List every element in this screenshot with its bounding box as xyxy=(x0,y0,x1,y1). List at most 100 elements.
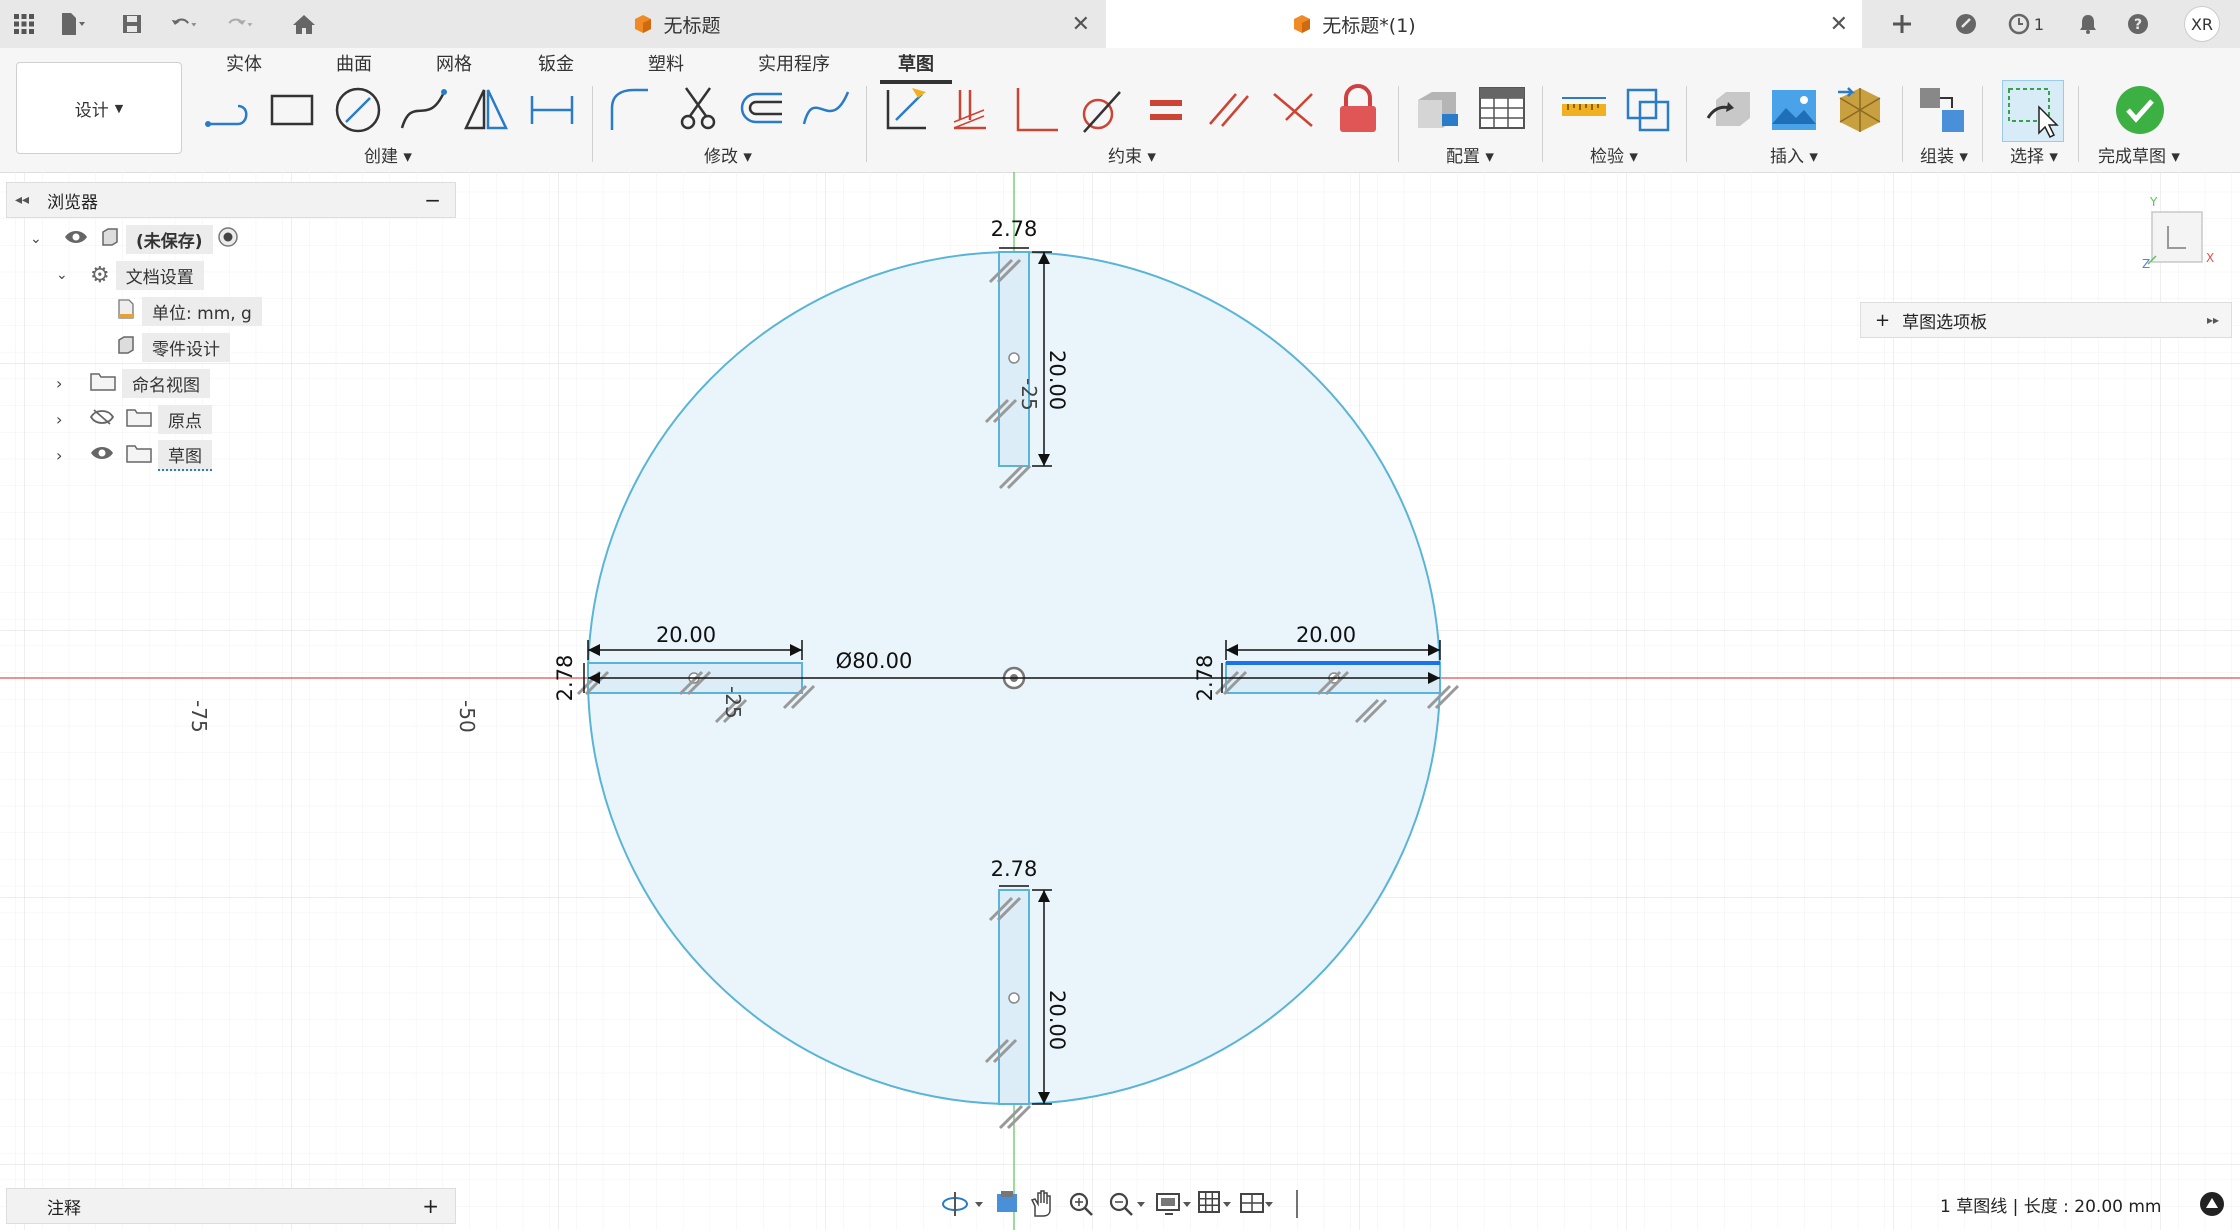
save-icon[interactable] xyxy=(118,10,146,38)
measure-ruler-icon[interactable] xyxy=(1558,84,1610,136)
group-modify[interactable]: 修改 ▾ xyxy=(704,142,752,167)
symmetry-constraint-icon[interactable] xyxy=(1268,84,1320,136)
notes-panel[interactable]: 注释 + xyxy=(6,1188,456,1224)
dim-right-length[interactable]: 20.00 xyxy=(1296,623,1356,647)
chevron-down-icon[interactable]: ⌄ xyxy=(56,267,76,283)
parallel-constraint-icon[interactable] xyxy=(1204,84,1256,136)
tree-origin[interactable]: › 原点 xyxy=(56,404,212,434)
tab-sheet-metal[interactable]: 钣金 xyxy=(538,50,574,76)
redo-icon[interactable] xyxy=(226,10,254,38)
browser-root[interactable]: ⌄ (未保存) xyxy=(30,224,239,254)
tab-mesh[interactable]: 网格 xyxy=(436,50,472,76)
zoom-icon[interactable] xyxy=(1069,1192,1093,1216)
zoom-window-icon[interactable] xyxy=(1109,1192,1145,1216)
tab-plastic[interactable]: 塑料 xyxy=(648,50,684,76)
tree-part-design[interactable]: 零件设计 xyxy=(116,332,230,362)
add-note-plus-icon[interactable]: + xyxy=(422,1194,439,1218)
dim-bottom-length[interactable]: 20.00 xyxy=(1045,990,1069,1050)
active-radio-icon[interactable] xyxy=(217,226,239,253)
finish-sketch-check-icon[interactable] xyxy=(2114,84,2166,136)
expand-plus-icon[interactable]: + xyxy=(1875,310,1890,331)
fillet-tool-icon[interactable] xyxy=(604,84,656,136)
tab-surface[interactable]: 曲面 xyxy=(336,50,372,76)
chevron-right-icon[interactable]: › xyxy=(56,410,76,429)
tree-units[interactable]: 单位: mm, g xyxy=(116,296,262,326)
tree-doc-settings[interactable]: ⌄ ⚙ 文档设置 xyxy=(56,260,204,290)
group-finish-sketch[interactable]: 完成草图 ▾ xyxy=(2098,142,2180,167)
status-app-icon[interactable] xyxy=(2198,1190,2226,1218)
midpoint[interactable] xyxy=(1008,992,1020,1004)
tab-utilities[interactable]: 实用程序 xyxy=(758,50,830,76)
fix-lock-icon[interactable] xyxy=(1332,84,1384,136)
dim-left-width[interactable]: 2.78 xyxy=(553,655,577,702)
group-configure[interactable]: 配置 ▾ xyxy=(1446,142,1494,167)
equal-constraint-icon[interactable] xyxy=(1140,84,1192,136)
dim-top-width[interactable]: 2.78 xyxy=(991,217,1038,241)
close-tab-icon[interactable]: ✕ xyxy=(1072,12,1090,37)
tab-sketch[interactable]: 草图 xyxy=(898,50,934,76)
chevron-right-icon[interactable]: › xyxy=(56,374,76,393)
circle-tool-icon[interactable] xyxy=(332,84,384,136)
insert-canvas-image-icon[interactable] xyxy=(1768,84,1820,136)
orbit-icon[interactable] xyxy=(942,1192,983,1216)
dim-top-length[interactable]: 20.00 xyxy=(1045,350,1069,410)
tree-named-views[interactable]: › 命名视图 xyxy=(56,368,210,398)
display-settings-icon[interactable] xyxy=(1156,1193,1191,1215)
help-icon[interactable]: ? xyxy=(2124,10,2152,38)
group-insert[interactable]: 插入 ▾ xyxy=(1770,142,1818,167)
job-status[interactable]: 1 xyxy=(2004,10,2048,38)
close-tab-icon[interactable]: ✕ xyxy=(1830,12,1848,37)
tangent-constraint-icon[interactable] xyxy=(1074,84,1126,136)
perpendicular-constraint-icon[interactable] xyxy=(1010,84,1062,136)
group-constraints[interactable]: 约束 ▾ xyxy=(1108,142,1156,167)
file-menu-icon[interactable] xyxy=(58,10,86,38)
configure-table-icon[interactable] xyxy=(1476,84,1528,136)
undo-icon[interactable] xyxy=(170,10,198,38)
collapse-panel-icon[interactable]: ◂◂ xyxy=(15,192,29,208)
chevron-right-icon[interactable]: › xyxy=(56,446,76,465)
sketch-palette[interactable]: + 草图选项板 ▸▸ xyxy=(1860,302,2232,338)
tab-untitled[interactable]: 无标题 ✕ xyxy=(470,0,1104,48)
insert-derive-icon[interactable] xyxy=(1704,84,1756,136)
dim-bottom-width[interactable]: 2.78 xyxy=(991,857,1038,881)
browser-panel-header[interactable]: ◂◂ 浏览器 − xyxy=(6,182,456,218)
app-grid-icon[interactable] xyxy=(10,10,38,38)
spline-tool-icon[interactable] xyxy=(398,84,450,136)
viewports-icon[interactable] xyxy=(1240,1193,1273,1213)
coincident-constraint-icon[interactable] xyxy=(944,84,996,136)
dim-left-length[interactable]: 20.00 xyxy=(656,623,716,647)
curve-tool-icon[interactable] xyxy=(800,84,852,136)
group-inspect[interactable]: 检验 ▾ xyxy=(1590,142,1638,167)
extensions-icon[interactable] xyxy=(1952,10,1980,38)
group-assemble[interactable]: 组装 ▾ xyxy=(1920,142,1968,167)
offset-tool-icon[interactable] xyxy=(736,84,788,136)
eye-hidden-icon[interactable] xyxy=(89,408,115,431)
eye-icon[interactable] xyxy=(64,229,88,250)
group-select[interactable]: 选择 ▾ xyxy=(2010,142,2058,167)
tree-sketches[interactable]: › 草图 xyxy=(56,439,212,471)
tab-solid[interactable]: 实体 xyxy=(226,50,262,76)
insert-mesh-icon[interactable] xyxy=(1834,84,1886,136)
configure-box-icon[interactable] xyxy=(1412,84,1464,136)
bell-icon[interactable] xyxy=(2074,10,2102,38)
dimension-tool-icon[interactable] xyxy=(526,84,578,136)
workspace-switcher[interactable]: 设计 ▼ xyxy=(16,62,182,154)
group-create[interactable]: 创建 ▾ xyxy=(364,142,412,167)
eye-icon[interactable] xyxy=(90,445,114,466)
minimize-icon[interactable]: − xyxy=(424,188,441,212)
project-constraint-icon[interactable] xyxy=(882,84,934,136)
dim-diameter[interactable]: Ø80.00 xyxy=(836,649,913,673)
assemble-component-icon[interactable] xyxy=(1916,84,1968,136)
avatar[interactable]: XR xyxy=(2184,6,2220,42)
expand-panel-icon[interactable]: ▸▸ xyxy=(2207,313,2219,327)
home-icon[interactable] xyxy=(290,10,318,38)
line-tool-icon[interactable] xyxy=(204,84,256,136)
pan-hand-icon[interactable] xyxy=(1030,1190,1051,1217)
midpoint[interactable] xyxy=(1008,352,1020,364)
new-tab-icon[interactable] xyxy=(1888,10,1916,38)
interference-icon[interactable] xyxy=(1622,84,1674,136)
trim-scissors-icon[interactable] xyxy=(672,84,724,136)
chevron-down-icon[interactable]: ⌄ xyxy=(30,231,50,247)
dim-right-width[interactable]: 2.78 xyxy=(1193,655,1217,702)
rectangle-tool-icon[interactable] xyxy=(266,84,318,136)
